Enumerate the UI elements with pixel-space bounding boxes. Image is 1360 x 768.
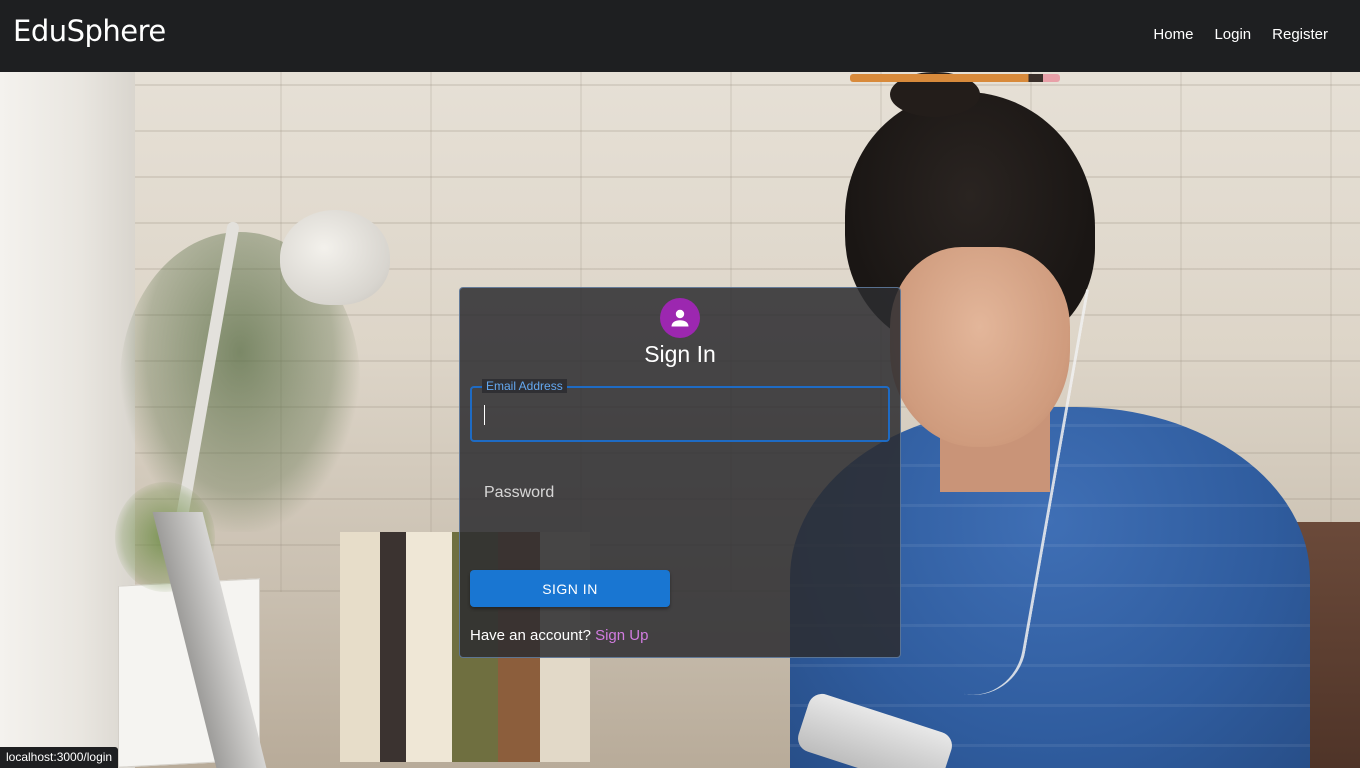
login-title: Sign In: [644, 341, 716, 367]
text-caret: [484, 405, 485, 425]
login-page: EduSphere Home Login Register Sign In Em…: [0, 0, 1360, 768]
nav-link-home[interactable]: Home: [1153, 26, 1193, 43]
account-prompt: Have an account?: [470, 627, 596, 644]
nav-link-login[interactable]: Login: [1214, 26, 1251, 43]
nav-links: Home Login Register: [1153, 26, 1328, 43]
password-input[interactable]: [470, 466, 890, 522]
email-field[interactable]: Email Address: [470, 379, 890, 442]
account-prompt-row: Have an account? Sign Up: [470, 627, 648, 644]
pencil: [850, 74, 1060, 82]
email-input[interactable]: [472, 388, 888, 440]
status-bar-url: localhost:3000/login: [0, 747, 119, 768]
curtain: [0, 72, 135, 768]
login-card: Sign In Email Address Password SIGN IN H…: [459, 287, 901, 658]
top-navbar: EduSphere Home Login Register: [0, 0, 1360, 72]
desk-lamp-head: [280, 210, 390, 305]
sign-up-link[interactable]: Sign Up: [595, 627, 648, 644]
nav-link-register[interactable]: Register: [1272, 26, 1328, 43]
brand-logo[interactable]: EduSphere: [13, 14, 166, 48]
sign-in-button[interactable]: SIGN IN: [470, 570, 670, 607]
password-field[interactable]: Password: [470, 466, 890, 522]
avatar: [660, 298, 700, 338]
